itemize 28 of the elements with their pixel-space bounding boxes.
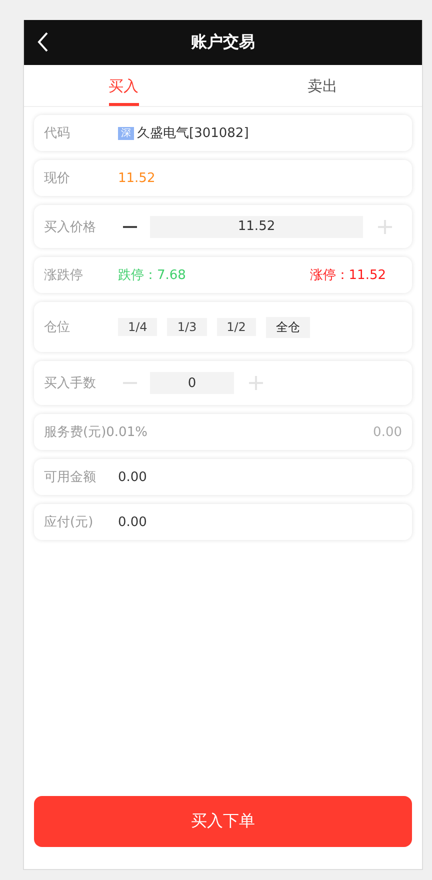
market-badge: 深 <box>118 126 134 140</box>
field-label: 应付(元) <box>44 514 94 531</box>
field-value: 0.00 <box>118 514 147 530</box>
field-label: 仓位 <box>44 319 71 336</box>
fee-value: 0.00 <box>373 424 402 440</box>
stock-name: 久盛电气[301082] <box>137 125 249 142</box>
back-icon[interactable] <box>36 31 50 53</box>
current-price: 11.52 <box>118 170 156 186</box>
input-field[interactable]: 11.52 <box>150 216 363 238</box>
field-label: 涨跌停 <box>44 267 84 284</box>
field-label: 买入价格 <box>44 218 97 236</box>
tab[interactable]: 买入 <box>24 65 223 106</box>
field-label: 可用金额 <box>44 469 97 486</box>
page-title: 账户交易 <box>191 32 255 53</box>
position-option[interactable]: 1/2 <box>216 318 256 336</box>
position-option[interactable]: 1/4 <box>118 318 158 336</box>
input-field[interactable]: 0 <box>150 372 234 394</box>
tab[interactable]: 卖出 <box>223 65 422 106</box>
field-label: 买入手数 <box>44 375 97 392</box>
fee-label: 服务费(元)0.01% <box>44 424 148 441</box>
limit-up: 涨停：11.52 <box>310 267 386 284</box>
field-label: 代码 <box>44 125 71 142</box>
field-label: 现价 <box>44 170 71 187</box>
limit-down: 跌停：7.68 <box>118 267 187 284</box>
position-option[interactable]: 1/3 <box>167 318 207 336</box>
field-value: 0.00 <box>118 470 147 484</box>
submit-button[interactable]: 买入下单 <box>34 796 412 847</box>
position-option[interactable]: 全仓 <box>266 316 310 338</box>
